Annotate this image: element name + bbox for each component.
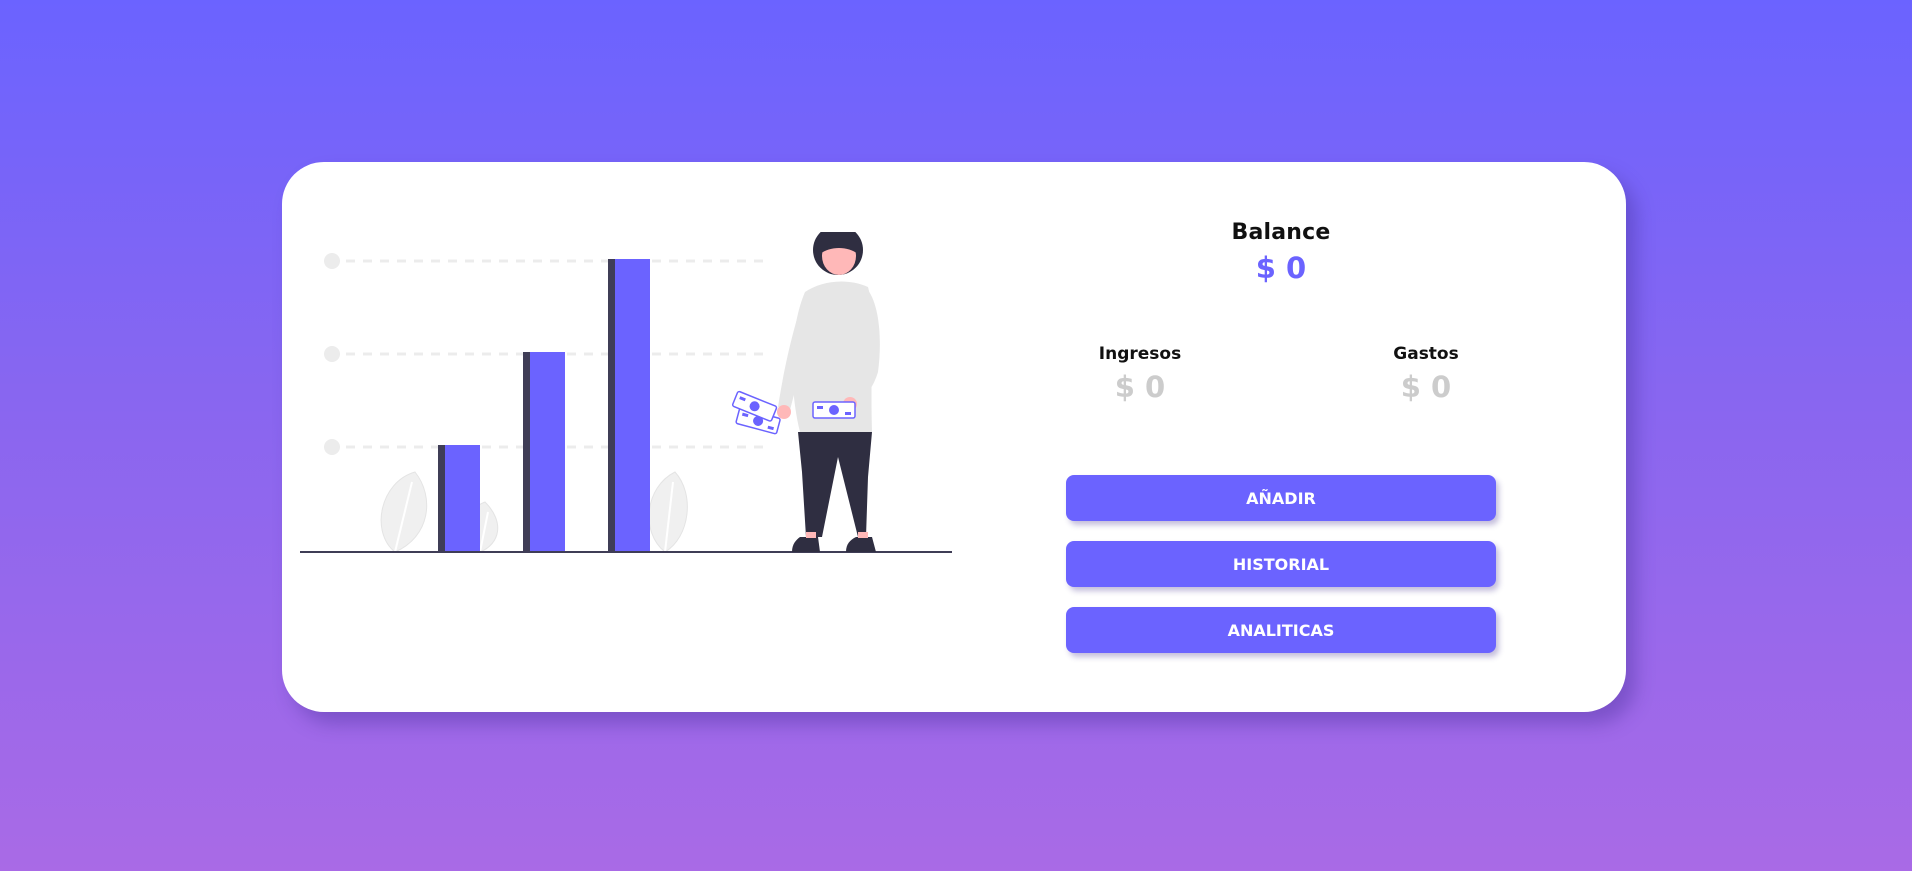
finance-illustration <box>300 232 952 553</box>
ingresos-amount: $ 0 <box>1114 370 1166 404</box>
woman-figure <box>777 232 880 552</box>
ingresos-label: Ingresos <box>1098 344 1182 364</box>
gastos-section: Gastos $ 0 <box>1326 344 1526 404</box>
balance-section: Balance $ 0 <box>954 220 1608 285</box>
gastos-amount: $ 0 <box>1400 370 1452 404</box>
gastos-label: Gastos <box>1393 344 1459 364</box>
history-button[interactable]: HISTORIAL <box>1066 541 1496 587</box>
balance-title: Balance <box>1231 220 1331 245</box>
ingresos-section: Ingresos $ 0 <box>1040 344 1240 404</box>
add-button[interactable]: AÑADIR <box>1066 475 1496 521</box>
bar-chart-icon <box>438 259 650 552</box>
finance-card: Balance $ 0 Ingresos $ 0 Gastos $ 0 AÑAD… <box>282 162 1626 712</box>
banknote-icon <box>812 401 856 419</box>
analytics-button[interactable]: ANALITICAS <box>1066 607 1496 653</box>
balance-amount: $ 0 <box>1255 251 1307 285</box>
